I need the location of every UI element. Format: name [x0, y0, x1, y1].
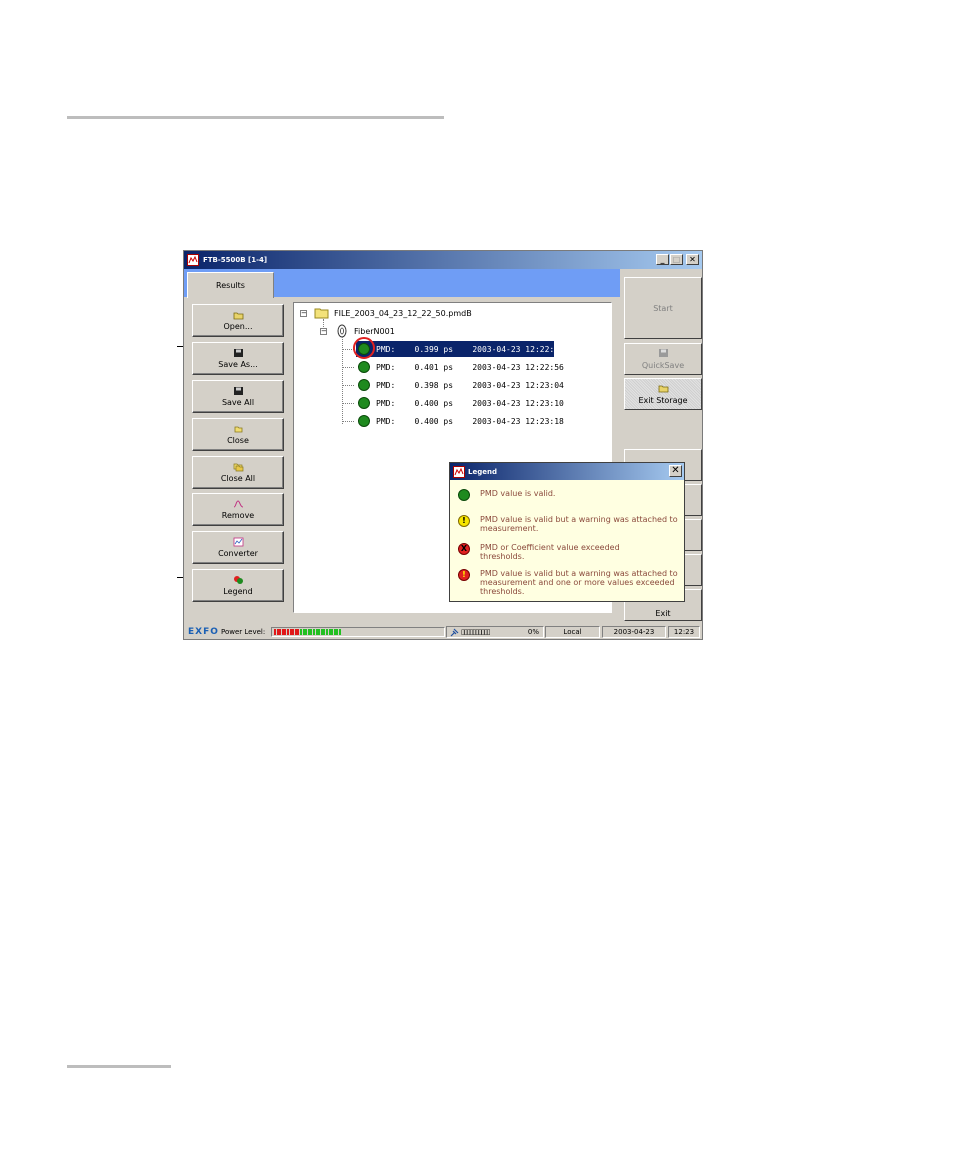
valid-status-icon [358, 361, 370, 373]
folder-icon [234, 426, 243, 433]
title-bar: FTB-5500B [1-4] _ □ ✕ [184, 251, 702, 269]
valid-status-icon [358, 415, 370, 427]
save-all-button[interactable]: Save All [192, 380, 284, 413]
valid-status-icon [458, 489, 470, 501]
quicksave-label: QuickSave [641, 361, 685, 370]
footer-rule [67, 1065, 171, 1068]
pmd-result-text: PMD: 0.399 ps 2003-04-23 12:22:50 [376, 345, 564, 354]
app-icon [187, 254, 199, 266]
tree-connector [342, 337, 343, 424]
save-as-button[interactable]: Save As... [192, 342, 284, 375]
legend-close-button[interactable]: ✕ [669, 465, 682, 477]
exit-storage-button[interactable]: Exit Storage [624, 378, 702, 410]
open-label: Open... [223, 322, 253, 331]
pmd-result-text: PMD: 0.398 ps 2003-04-23 12:23:04 [376, 381, 564, 390]
legend-item-text: PMD value is valid. [480, 489, 556, 498]
power-level-meter [271, 627, 445, 637]
tree-connector [342, 367, 354, 368]
date-display: 2003-04-23 [602, 626, 666, 638]
exceeded-status-icon: X [458, 543, 470, 555]
collapse-file-toggle[interactable]: − [300, 310, 307, 317]
exit-label: Exit [655, 609, 671, 618]
save-as-label: Save As... [218, 360, 258, 369]
header-rule [67, 116, 444, 119]
pmd-result-row[interactable]: PMD: 0.400 ps 2003-04-23 12:23:10 [356, 395, 564, 411]
pmd-result-text: PMD: 0.400 ps 2003-04-23 12:23:18 [376, 417, 564, 426]
remove-label: Remove [221, 511, 255, 520]
pmd-result-row[interactable]: PMD: 0.401 ps 2003-04-23 12:22:56 [356, 359, 564, 375]
brand-logo: EXFO [188, 627, 219, 637]
valid-status-icon [358, 379, 370, 391]
exit-storage-label: Exit Storage [638, 396, 688, 405]
tree-connector [342, 403, 354, 404]
collapse-fiber-toggle[interactable]: − [320, 328, 327, 335]
folder-open-icon [314, 308, 329, 319]
legend-title: Legend [468, 468, 497, 476]
floppy-icon [659, 349, 668, 357]
pmd-result-row[interactable]: PMD: 0.399 ps 2003-04-23 12:22:50 [355, 340, 564, 358]
pmd-result-row[interactable]: PMD: 0.398 ps 2003-04-23 12:23:04 [356, 377, 564, 393]
start-button[interactable]: Start [624, 277, 702, 339]
legend-label: Legend [223, 587, 253, 596]
window-title: FTB-5500B [1-4] [203, 256, 268, 264]
battery-cells: ▯▯▯▯▯▯▯▯▯▯ [461, 628, 491, 636]
floppy-icon [234, 387, 243, 395]
app-icon [453, 466, 465, 478]
close-all-button[interactable]: Close All [192, 456, 284, 489]
tree-connector [342, 421, 354, 422]
battery-percent: 0% [527, 628, 539, 636]
file-node[interactable]: FILE_2003_04_23_12_22_50.pmdB [334, 309, 472, 318]
folder-open-icon [233, 312, 244, 320]
close-button[interactable]: ✕ [686, 254, 699, 265]
close-label: Close [227, 436, 249, 445]
fiber-node[interactable]: FiberN001 [354, 327, 395, 336]
valid-status-icon [358, 397, 370, 409]
remove-button[interactable]: Remove [192, 493, 284, 526]
minimize-button[interactable]: _ [656, 254, 669, 265]
warning-status-icon: ! [458, 515, 470, 527]
status-bar: EXFO Power Level: ▯▯▯▯▯▯▯▯▯▯ 0% Local 20… [184, 625, 702, 639]
close-file-button[interactable]: Close [192, 418, 284, 451]
converter-icon [233, 537, 244, 547]
legend-button[interactable]: Legend [192, 569, 284, 602]
close-all-label: Close All [220, 474, 256, 483]
plug-icon [450, 628, 459, 637]
pmd-result-text: PMD: 0.401 ps 2003-04-23 12:22:56 [376, 363, 564, 372]
folders-icon [233, 463, 244, 472]
open-button[interactable]: Open... [192, 304, 284, 337]
curve-icon [233, 500, 244, 508]
fiber-icon [337, 324, 347, 338]
save-all-label: Save All [221, 398, 255, 407]
power-level-label: Power Level: [221, 628, 266, 636]
time-display: 12:23 [668, 626, 700, 638]
mode-indicator: Local [545, 626, 600, 638]
converter-label: Converter [218, 549, 258, 558]
highlight-ring [353, 337, 375, 359]
pmd-result-text: PMD: 0.400 ps 2003-04-23 12:23:10 [376, 399, 564, 408]
battery-indicator: ▯▯▯▯▯▯▯▯▯▯ 0% [446, 626, 544, 638]
pmd-result-row[interactable]: PMD: 0.400 ps 2003-04-23 12:23:18 [356, 413, 564, 429]
quicksave-button[interactable]: QuickSave [624, 343, 702, 375]
meter-segment [339, 629, 341, 635]
converter-button[interactable]: Converter [192, 531, 284, 564]
legend-icon [234, 576, 243, 584]
maximize-button[interactable]: □ [670, 254, 683, 265]
warning-exceeded-status-icon: ! [458, 569, 470, 581]
tab-results[interactable]: Results [187, 272, 274, 299]
tree-connector [342, 385, 354, 386]
floppy-icon [234, 349, 243, 357]
folder-open-icon [658, 385, 669, 393]
legend-title-bar: Legend ✕ [450, 463, 684, 480]
legend-dialog: Legend ✕ PMD value is valid. ! PMD value… [449, 462, 685, 602]
legend-item-text: PMD value is valid but a warning was att… [480, 515, 678, 533]
legend-item-text: PMD or Coefficient value exceeded thresh… [480, 543, 620, 561]
legend-item-text: PMD value is valid but a warning was att… [480, 569, 678, 596]
